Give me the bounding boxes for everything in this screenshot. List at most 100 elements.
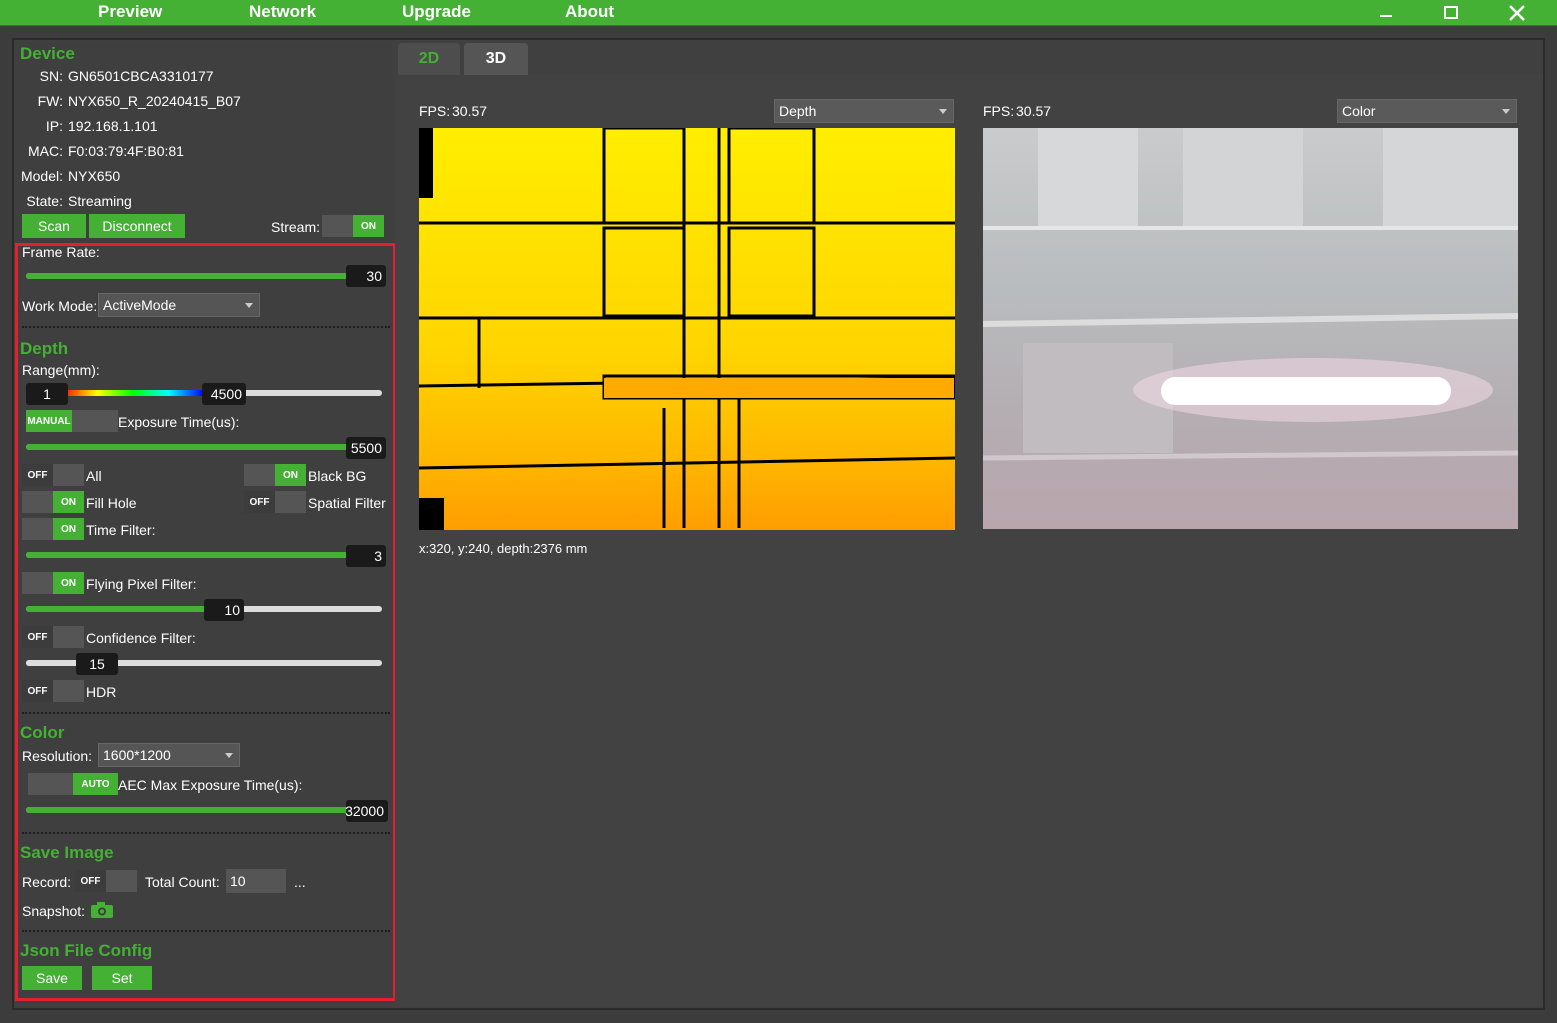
all-label: All <box>86 468 102 484</box>
time-filter-value: 3 <box>346 545 386 567</box>
stream-toggle[interactable]: ON <box>322 215 384 237</box>
exposure-label: Exposure Time(us): <box>118 414 240 430</box>
tab-2d[interactable]: 2D <box>398 43 460 75</box>
json-set-button[interactable]: Set <box>92 966 152 990</box>
black-bg-toggle-label: ON <box>275 464 306 486</box>
fill-hole-toggle[interactable]: ON <box>22 491 84 513</box>
model-value: NYX650 <box>68 168 121 184</box>
scan-button[interactable]: Scan <box>22 214 86 238</box>
flying-pixel-value: 10 <box>204 599 244 621</box>
color-title: Color <box>20 723 65 742</box>
color-mode-value: Color <box>1342 103 1376 119</box>
close-icon[interactable] <box>1502 1 1532 25</box>
menu-bar: Preview Network Upgrade About <box>0 0 1557 26</box>
flying-pixel-toggle[interactable]: ON <box>22 572 84 594</box>
depth-readout: x:320, y:240, depth:2376 mm <box>419 541 588 556</box>
chevron-down-icon <box>225 753 233 758</box>
resolution-value: 1600*1200 <box>103 747 171 763</box>
depth-title: Depth <box>20 339 69 358</box>
color-mode-select[interactable]: Color <box>1337 99 1517 123</box>
black-bg-label: Black BG <box>308 468 367 484</box>
record-toggle[interactable]: OFF <box>75 870 137 892</box>
hdr-label: HDR <box>86 684 117 700</box>
depth-mode-value: Depth <box>779 103 817 119</box>
total-count-input[interactable]: 10 <box>226 869 286 893</box>
tab-3d[interactable]: 3D <box>464 43 528 75</box>
stream-toggle-label: ON <box>353 215 384 237</box>
range-label: Range(mm): <box>22 362 100 378</box>
spatial-filter-toggle-label: OFF <box>244 491 275 513</box>
divider <box>22 832 390 834</box>
exposure-slider[interactable] <box>26 444 382 450</box>
resolution-select[interactable]: 1600*1200 <box>98 743 240 767</box>
work-mode-label: Work Mode: <box>22 298 98 314</box>
all-toggle[interactable]: OFF <box>22 464 84 486</box>
time-filter-toggle[interactable]: ON <box>22 518 84 540</box>
time-filter-slider[interactable] <box>26 552 382 558</box>
fw-label: FW: <box>37 93 63 109</box>
resolution-label: Resolution: <box>22 748 93 764</box>
state-value: Streaming <box>68 193 132 209</box>
divider <box>22 326 390 328</box>
range-min-value[interactable]: 1 <box>26 383 68 405</box>
color-image <box>983 128 1518 529</box>
black-bg-toggle[interactable]: ON <box>244 464 306 486</box>
total-count-more-button[interactable]: ... <box>294 874 306 890</box>
model-label: Model: <box>20 168 63 184</box>
confidence-filter-toggle[interactable]: OFF <box>22 626 84 648</box>
sn-value: GN6501CBCA3310177 <box>68 68 214 84</box>
json-save-button[interactable]: Save <box>22 966 82 990</box>
snapshot-label: Snapshot: <box>22 903 86 919</box>
record-toggle-label: OFF <box>75 870 106 892</box>
fps-label-right: FPS: <box>983 103 1015 119</box>
aec-toggle[interactable]: AUTO <box>28 773 118 795</box>
depth-mode-select[interactable]: Depth <box>774 99 954 123</box>
exposure-fill <box>26 444 379 450</box>
sn-label: SN: <box>39 68 63 84</box>
range-max-value[interactable]: 4500 <box>202 383 246 405</box>
time-filter-label: Time Filter: <box>86 522 156 538</box>
confidence-filter-label: Confidence Filter: <box>86 630 196 646</box>
record-label: Record: <box>22 874 72 890</box>
all-toggle-label: OFF <box>22 464 53 486</box>
frame-rate-label: Frame Rate: <box>22 244 100 260</box>
work-mode-select[interactable]: ActiveMode <box>98 293 260 317</box>
frame-rate-value: 30 <box>346 265 386 287</box>
aec-value: 32000 <box>345 800 388 822</box>
stream-label: Stream: <box>271 219 321 235</box>
menu-preview[interactable]: Preview <box>98 2 162 22</box>
exposure-value: 5500 <box>346 437 386 459</box>
maximize-icon[interactable] <box>1436 1 1466 25</box>
minimize-icon[interactable] <box>1371 1 1401 25</box>
spatial-filter-toggle[interactable]: OFF <box>244 491 306 513</box>
fps-value-right: 30.57 <box>1016 103 1052 119</box>
time-filter-toggle-label: ON <box>53 518 84 540</box>
hdr-toggle-label: OFF <box>22 680 53 702</box>
hdr-toggle[interactable]: OFF <box>22 680 84 702</box>
exposure-mode-toggle[interactable]: MANUAL <box>26 410 118 432</box>
fps-label-left: FPS: <box>419 103 451 119</box>
ip-label: IP: <box>45 118 63 134</box>
mac-value: F0:03:79:4F:B0:81 <box>68 143 184 159</box>
camera-icon[interactable] <box>90 901 114 919</box>
menu-network[interactable]: Network <box>249 2 316 22</box>
save-image-title: Save Image <box>20 843 114 862</box>
fps-value-left: 30.57 <box>452 103 488 119</box>
confidence-filter-toggle-label: OFF <box>22 626 53 648</box>
depth-image-content <box>419 128 955 530</box>
aec-fill <box>26 807 379 813</box>
aec-slider[interactable] <box>26 807 382 813</box>
menu-upgrade[interactable]: Upgrade <box>402 2 471 22</box>
confidence-filter-value: 15 <box>76 653 118 675</box>
fill-hole-label: Fill Hole <box>86 495 137 511</box>
frame-rate-slider[interactable] <box>26 273 382 279</box>
frame-rate-fill <box>26 273 379 279</box>
divider <box>22 712 390 714</box>
exposure-mode-label: MANUAL <box>26 410 72 432</box>
divider <box>22 930 390 932</box>
aec-label: AEC Max Exposure Time(us): <box>118 777 303 793</box>
settings-panel: Device SN: GN6501CBCA3310177 FW: NYX650_… <box>16 42 392 1008</box>
device-title: Device <box>20 44 75 63</box>
disconnect-button[interactable]: Disconnect <box>89 214 185 238</box>
menu-about[interactable]: About <box>565 2 614 22</box>
